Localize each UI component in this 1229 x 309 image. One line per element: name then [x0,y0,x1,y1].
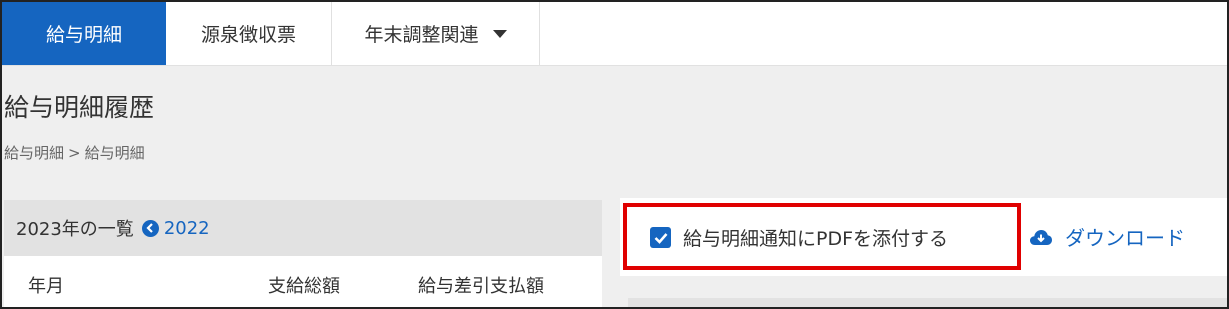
app-frame: 給与明細 源泉徴収票 年末調整関連 給与明細履歴 給与明細 > 給与明細 2023年… [0,0,1229,309]
cloud-download-icon [1030,229,1052,245]
year-list-title: 2023年の一覧 [16,219,134,240]
column-header-net-pay: 給与差引支払額 [418,276,544,297]
table-header: 年月 支給総額 給与差引支払額 [4,256,602,307]
caret-down-icon [492,29,507,38]
attach-pdf-checkbox[interactable] [650,227,671,248]
breadcrumb-item-current: 給与明細 [84,144,145,162]
attach-pdf-option[interactable]: 給与明細通知にPDFを添付する [650,224,948,251]
breadcrumb: 給与明細 > 給与明細 [4,142,145,163]
tab-payslip[interactable]: 給与明細 [2,2,166,65]
column-header-month: 年月 [28,276,64,297]
download-label: ダウンロード [1065,226,1185,250]
page-title: 給与明細履歴 [4,93,155,122]
chevron-left-circle-icon[interactable] [141,219,159,237]
checkmark-icon [654,232,667,244]
attach-pdf-label: 給与明細通知にPDFを添付する [683,228,949,250]
breadcrumb-separator: > [68,144,81,162]
tab-payslip-label: 給与明細 [45,24,122,46]
breadcrumb-item-payslip[interactable]: 給与明細 [4,144,64,162]
tab-year-end-adjustment-label: 年末調整関連 [364,24,479,46]
detail-panel-header [628,298,1227,307]
download-button[interactable]: ダウンロード [1029,222,1185,251]
tab-withholding-slip-label: 源泉徴収票 [200,24,296,46]
top-tab-bar: 給与明細 源泉徴収票 年末調整関連 [2,2,1227,66]
year-list-header: 2023年の一覧 2022 [4,200,602,256]
prev-year-link[interactable]: 2022 [164,218,210,239]
column-header-total-pay: 支給総額 [268,276,340,297]
tab-withholding-slip[interactable]: 源泉徴収票 [166,2,332,65]
tab-year-end-adjustment[interactable]: 年末調整関連 [332,2,540,65]
